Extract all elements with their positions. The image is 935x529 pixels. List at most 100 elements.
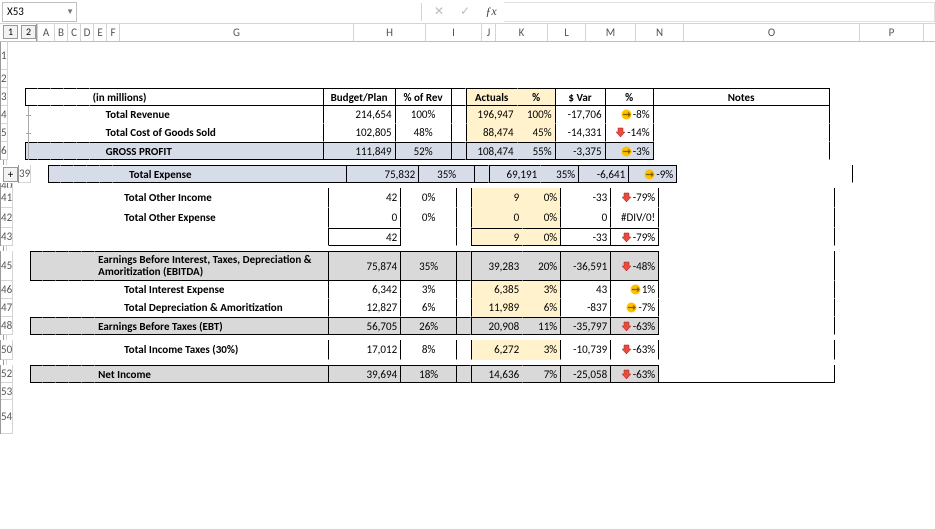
cell[interactable] [835,383,899,400]
cell[interactable] [30,228,43,246]
cell-var-pct[interactable]: 1% [611,281,659,299]
cell[interactable] [457,383,471,400]
cell[interactable] [8,106,25,124]
cell-notes[interactable] [659,228,835,246]
cell-budget[interactable]: 0 [329,208,401,228]
cell[interactable] [917,165,935,183]
cell[interactable] [8,142,25,160]
cell-var-pct[interactable]: -9% [629,165,677,183]
col-header[interactable]: K [496,24,548,41]
cell[interactable] [329,383,401,400]
cell-actual-pct[interactable]: 0% [523,208,561,228]
cell[interactable] [56,228,69,246]
cell[interactable] [82,317,95,335]
cell[interactable] [43,281,56,299]
cell[interactable] [654,42,830,70]
cell[interactable] [82,188,95,208]
cell[interactable] [452,88,466,106]
cell[interactable] [835,188,899,208]
cell-var[interactable]: -3,375 [556,142,606,160]
cell-var-pct[interactable]: -48% [611,251,659,281]
cell-budget[interactable]: 6,342 [329,281,401,299]
cell[interactable] [69,251,82,281]
cell[interactable] [82,208,95,228]
cell[interactable] [82,251,95,281]
cell[interactable] [51,142,64,160]
cell-notes[interactable] [659,317,835,335]
cell[interactable] [56,365,69,383]
cell[interactable] [457,251,471,281]
cell-notes[interactable] [677,165,853,183]
cell[interactable] [466,70,518,88]
cell-var[interactable]: -14,331 [556,124,606,142]
cell[interactable] [82,400,95,434]
header-label[interactable]: (in millions) [90,88,324,106]
cell[interactable] [64,88,77,106]
header-pct[interactable]: % [518,88,556,106]
cell[interactable] [452,106,466,124]
header-var[interactable]: $ Var [556,88,606,106]
fx-icon[interactable]: ƒx [480,2,502,22]
cell-budget[interactable]: 111,849 [324,142,396,160]
cell-var[interactable]: 0 [561,208,611,228]
row-header[interactable]: 45 [1,251,13,281]
col-header[interactable]: P [860,24,924,41]
cell-actual-pct[interactable]: 6% [523,299,561,317]
cell[interactable] [457,317,471,335]
cell[interactable] [899,400,935,434]
cell[interactable] [56,299,69,317]
header-pctrev[interactable]: % of Rev [396,88,452,106]
cell[interactable] [77,88,90,106]
header-notes[interactable]: Notes [654,88,830,106]
cell-budget[interactable]: 102,805 [324,124,396,142]
cell[interactable] [894,106,935,124]
cell[interactable] [38,42,51,70]
cell-budget[interactable]: 39,694 [329,365,401,383]
cell[interactable] [13,188,30,208]
cell[interactable] [401,400,457,434]
cell[interactable] [606,42,654,70]
cell[interactable] [830,70,894,88]
cell[interactable] [56,340,69,360]
cell[interactable] [77,142,90,160]
cell[interactable] [457,365,471,383]
cell[interactable] [894,42,935,70]
cell[interactable] [457,208,471,228]
cell[interactable] [51,70,64,88]
cell[interactable] [452,70,466,88]
cell[interactable] [38,88,51,106]
cell[interactable] [556,70,606,88]
cell[interactable] [894,124,935,142]
cell[interactable] [43,228,56,246]
outline-level-1[interactable]: 1 [3,25,18,39]
cell-actual-pct[interactable]: 0% [523,188,561,208]
cell-var-pct[interactable]: -63% [611,317,659,335]
cell[interactable] [100,165,113,183]
cell[interactable] [899,317,935,335]
cell-actual[interactable]: 69,191 [489,165,541,183]
cell[interactable] [31,165,48,183]
namebox-dropdown-icon[interactable]: ▼ [66,7,74,17]
col-header[interactable]: M [586,24,636,41]
cell[interactable] [471,383,523,400]
cell[interactable] [56,317,69,335]
cell[interactable] [69,340,82,360]
cell-actual[interactable]: 14,636 [471,365,523,383]
cell-actual-pct[interactable]: 100% [518,106,556,124]
cell-pct-rev[interactable]: 18% [401,365,457,383]
cell[interactable] [830,142,894,160]
cell-var[interactable]: -33 [561,188,611,208]
cell[interactable] [835,400,899,434]
cell[interactable] [43,208,56,228]
cell[interactable] [452,124,466,142]
col-header[interactable]: F [107,24,120,41]
cell[interactable] [457,400,471,434]
outline-level-2[interactable]: 2 [21,25,36,39]
cell-pct-rev[interactable]: 0% [401,188,457,208]
cell[interactable] [48,165,61,183]
cell[interactable] [69,317,82,335]
cell-var[interactable]: -36,591 [561,251,611,281]
row-header[interactable]: 6 [1,142,8,160]
col-header[interactable]: L [548,24,586,41]
cell[interactable] [30,383,43,400]
